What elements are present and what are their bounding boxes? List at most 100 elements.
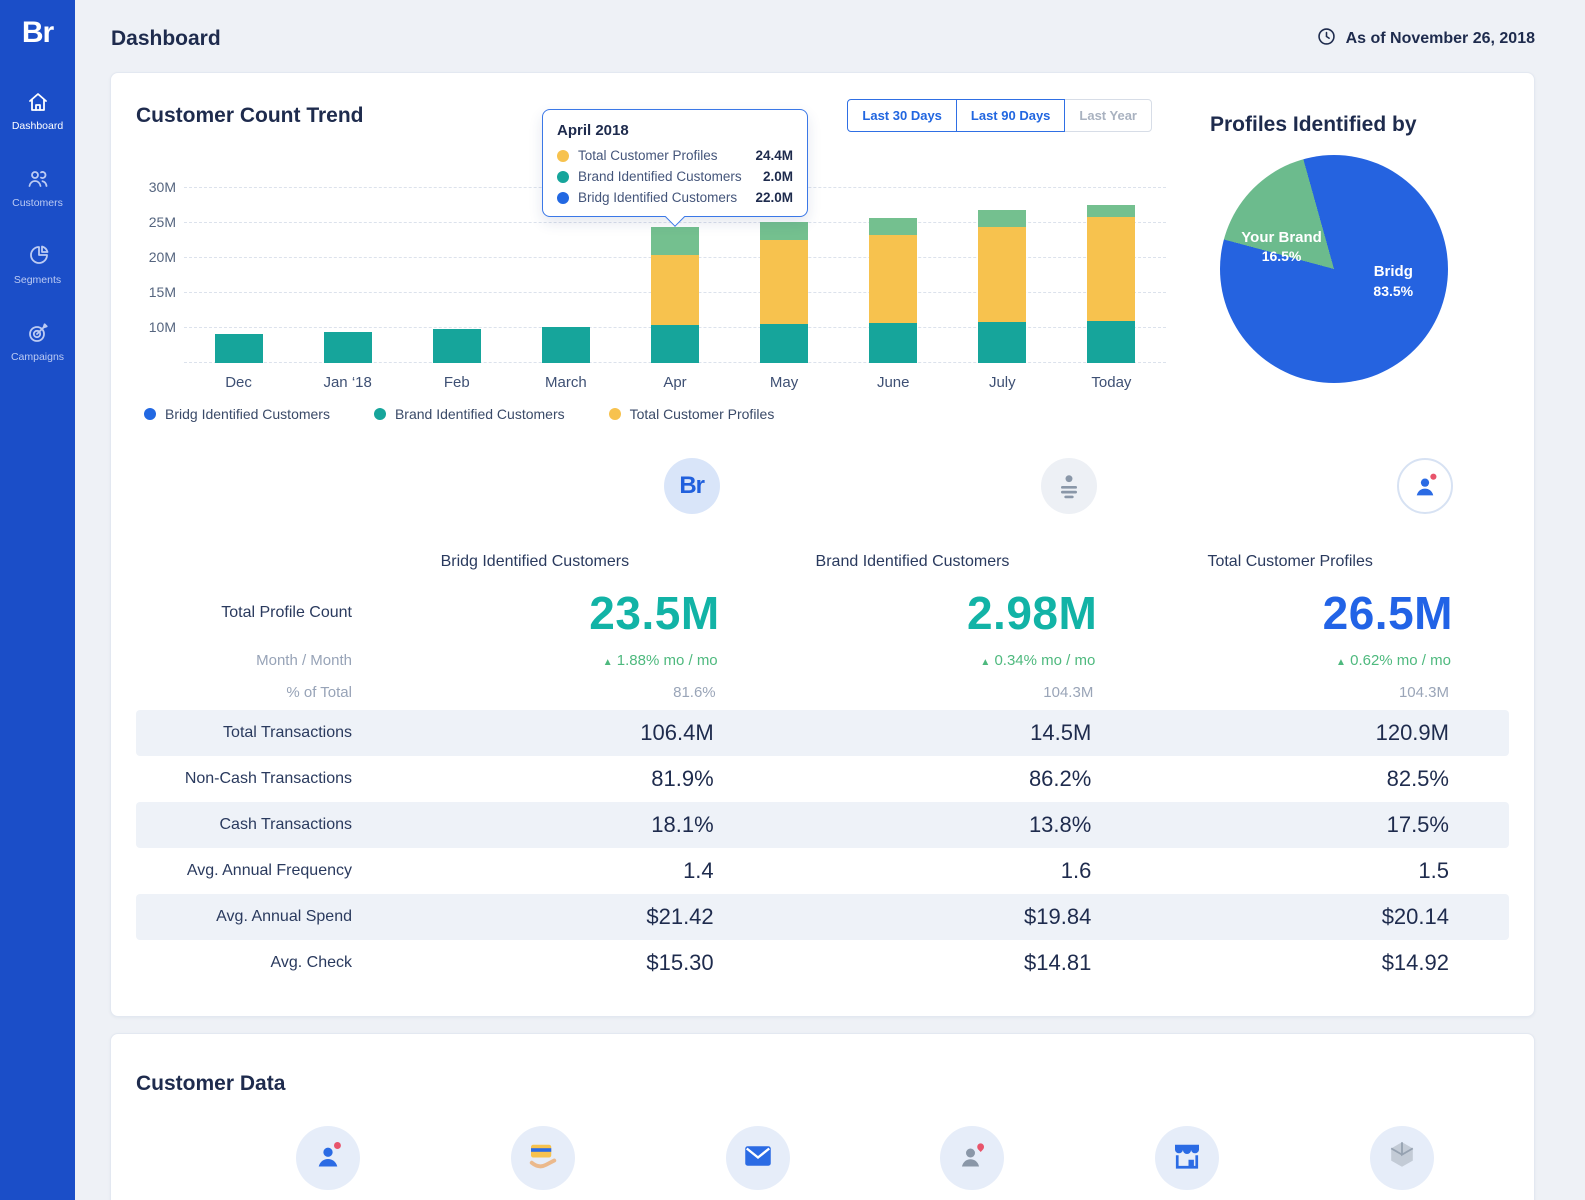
- bar-jan-18[interactable]: [293, 178, 402, 363]
- tooltip-rows: Total Customer Profiles 24.4M Brand Identi…: [557, 148, 793, 205]
- stats-total-row: Total Profile Count 23.5M 2.98M 26.5M: [136, 580, 1509, 646]
- stat-momo-value: ▲ 1.88% mo / mo: [602, 651, 718, 669]
- as-of-date: As of November 26, 2018: [1316, 26, 1535, 52]
- x-tick-label: Apr: [663, 374, 687, 391]
- trend-plot: April 2018 Total Customer Profiles 24.4M B…: [149, 109, 1166, 363]
- customer-data-item-customer-profile-icon[interactable]: [296, 1126, 360, 1190]
- stat-value: 1.4: [683, 858, 714, 883]
- range-button-last-90-days[interactable]: Last 90 Days: [955, 99, 1066, 132]
- stat-value: $14.81: [1024, 950, 1092, 975]
- y-tick-label: 30M: [148, 179, 176, 195]
- stacked-bar: [1087, 204, 1136, 363]
- sidebar-item-campaigns[interactable]: Campaigns: [0, 311, 75, 372]
- as-of-label: As of November 26, 2018: [1345, 30, 1535, 47]
- customer-data-title: Customer Data: [136, 1072, 286, 1095]
- stacked-bar: [760, 222, 809, 363]
- stacked-bar: [650, 227, 699, 363]
- product-box-icon: [1384, 1138, 1420, 1179]
- bar-today[interactable]: [1057, 178, 1166, 363]
- stat-value: 120.9M: [1375, 720, 1449, 745]
- topbar: Dashboard As of November 26, 2018: [75, 0, 1585, 72]
- stat-value: 1.5: [1418, 858, 1449, 883]
- stat-row-label: Cash Transactions: [219, 816, 352, 833]
- stats-table: Br Bridg Identified Customers Brand Identi…: [136, 458, 1509, 986]
- stats-data-row: Total Transactions 106.4M 14.5M 120.9M: [136, 710, 1509, 756]
- stat-value: $20.14: [1381, 904, 1449, 929]
- customer-data-item-product-box-icon[interactable]: [1369, 1126, 1434, 1190]
- bar-segment: [214, 334, 263, 363]
- stat-pct-value: 81.6%: [673, 683, 716, 701]
- page-title: Dashboard: [111, 27, 221, 50]
- sidebar-item-label: Customers: [12, 197, 63, 209]
- bar-segment: [1087, 204, 1136, 217]
- bar-dec[interactable]: [184, 178, 293, 363]
- stat-row-label: Avg. Annual Spend: [216, 908, 352, 925]
- bar-july[interactable]: [948, 178, 1057, 363]
- stacked-bar: [978, 209, 1027, 363]
- customers-icon: [0, 167, 75, 191]
- tooltip-row-label: Brand Identified Customers: [578, 169, 742, 184]
- customer-profile-icon: [1396, 458, 1453, 514]
- sidebar-item-segments[interactable]: Segments: [0, 234, 75, 295]
- stat-value: $21.42: [646, 904, 714, 929]
- sidebar-item-label: Campaigns: [10, 351, 65, 363]
- sidebar-item-customers[interactable]: Customers: [0, 157, 75, 218]
- stat-total-value: 23.5M: [589, 587, 720, 639]
- bar-segment: [323, 332, 372, 363]
- customer-data-item-payment-card-icon[interactable]: [510, 1126, 575, 1190]
- stat-value: 81.9%: [651, 766, 714, 791]
- bar-june[interactable]: [839, 178, 948, 363]
- bar-feb[interactable]: [402, 178, 511, 363]
- y-tick-label: 20M: [148, 249, 176, 265]
- sidebar-nav: Dashboard Customers Segments Campaigns: [0, 80, 75, 372]
- main-content: Dashboard As of November 26, 2018 Custom…: [75, 0, 1585, 1200]
- customer-data-item-store-icon[interactable]: [1155, 1126, 1220, 1190]
- x-tick-label: March: [545, 374, 587, 391]
- stacked-bar: [432, 328, 481, 363]
- bar-segment: [978, 321, 1027, 363]
- bar-segment: [650, 227, 699, 256]
- sidebar-item-dashboard[interactable]: Dashboard: [0, 80, 75, 141]
- home-icon: [0, 90, 75, 114]
- customer-data-item-email-icon[interactable]: [725, 1126, 790, 1190]
- stat-value: 106.4M: [640, 720, 714, 745]
- stacked-bar: [323, 332, 372, 363]
- range-button-last-year[interactable]: Last Year: [1064, 99, 1152, 132]
- legend-dot-icon: [557, 191, 569, 204]
- store-icon: [1169, 1138, 1205, 1179]
- bar-segment: [978, 209, 1027, 228]
- customer-data-icons: [136, 1126, 1509, 1190]
- x-axis-labels: Dec Jan ‘18 Feb March Apr May June July Today: [184, 374, 1166, 391]
- legend-dot-icon: [608, 408, 621, 420]
- y-tick-label: 10M: [148, 319, 176, 335]
- profiles-identified-by: Profiles Identified by Your Brand 16.5% …: [1166, 99, 1509, 422]
- stacked-bar: [541, 326, 590, 363]
- stat-momo-value: ▲ 0.62% mo / mo: [1336, 651, 1451, 669]
- stats-icons-row: Br: [136, 458, 1509, 544]
- pie-label-your-brand: Your Brand 16.5%: [1229, 228, 1334, 266]
- customer-data-item-loyalty-icon[interactable]: [940, 1126, 1005, 1190]
- range-button-last-30-days[interactable]: Last 30 Days: [847, 99, 957, 132]
- stat-column-icon-cell: [754, 458, 1132, 514]
- x-tick-label: Today: [1091, 374, 1132, 391]
- stat-column-icon-cell: Br: [376, 458, 754, 514]
- pie-label-bridg: Bridg 83.5%: [1352, 262, 1434, 300]
- stat-row-label: % of Total: [286, 683, 352, 701]
- stat-pct-value: 104.3M: [1398, 683, 1449, 701]
- tooltip-title: April 2018: [557, 122, 629, 139]
- stat-momo-value: ▲ 0.34% mo / mo: [980, 651, 1096, 669]
- legend-item: Bridg Identified Customers: [144, 406, 330, 422]
- loyalty-icon: [954, 1138, 990, 1179]
- overview-card: Customer Count Trend Last 30 Days Last 90…: [110, 72, 1535, 1017]
- stat-row-label: Avg. Annual Frequency: [186, 862, 352, 879]
- stat-value: 13.8%: [1028, 812, 1092, 837]
- sidebar-item-label: Dashboard: [11, 120, 64, 132]
- stacked-bar: [869, 218, 918, 363]
- chart-tooltip: April 2018 Total Customer Profiles 24.4M B…: [542, 109, 808, 217]
- stat-value: 14.5M: [1030, 720, 1092, 745]
- tooltip-row: Bridg Identified Customers 22.0M: [557, 190, 793, 205]
- stat-column-header: Bridg Identified Customers: [440, 553, 630, 570]
- tooltip-row-value: 22.0M: [755, 190, 793, 205]
- up-arrow-icon: ▲: [602, 656, 613, 668]
- stats-pct-row: % of Total 81.6% 104.3M 104.3M: [136, 674, 1509, 710]
